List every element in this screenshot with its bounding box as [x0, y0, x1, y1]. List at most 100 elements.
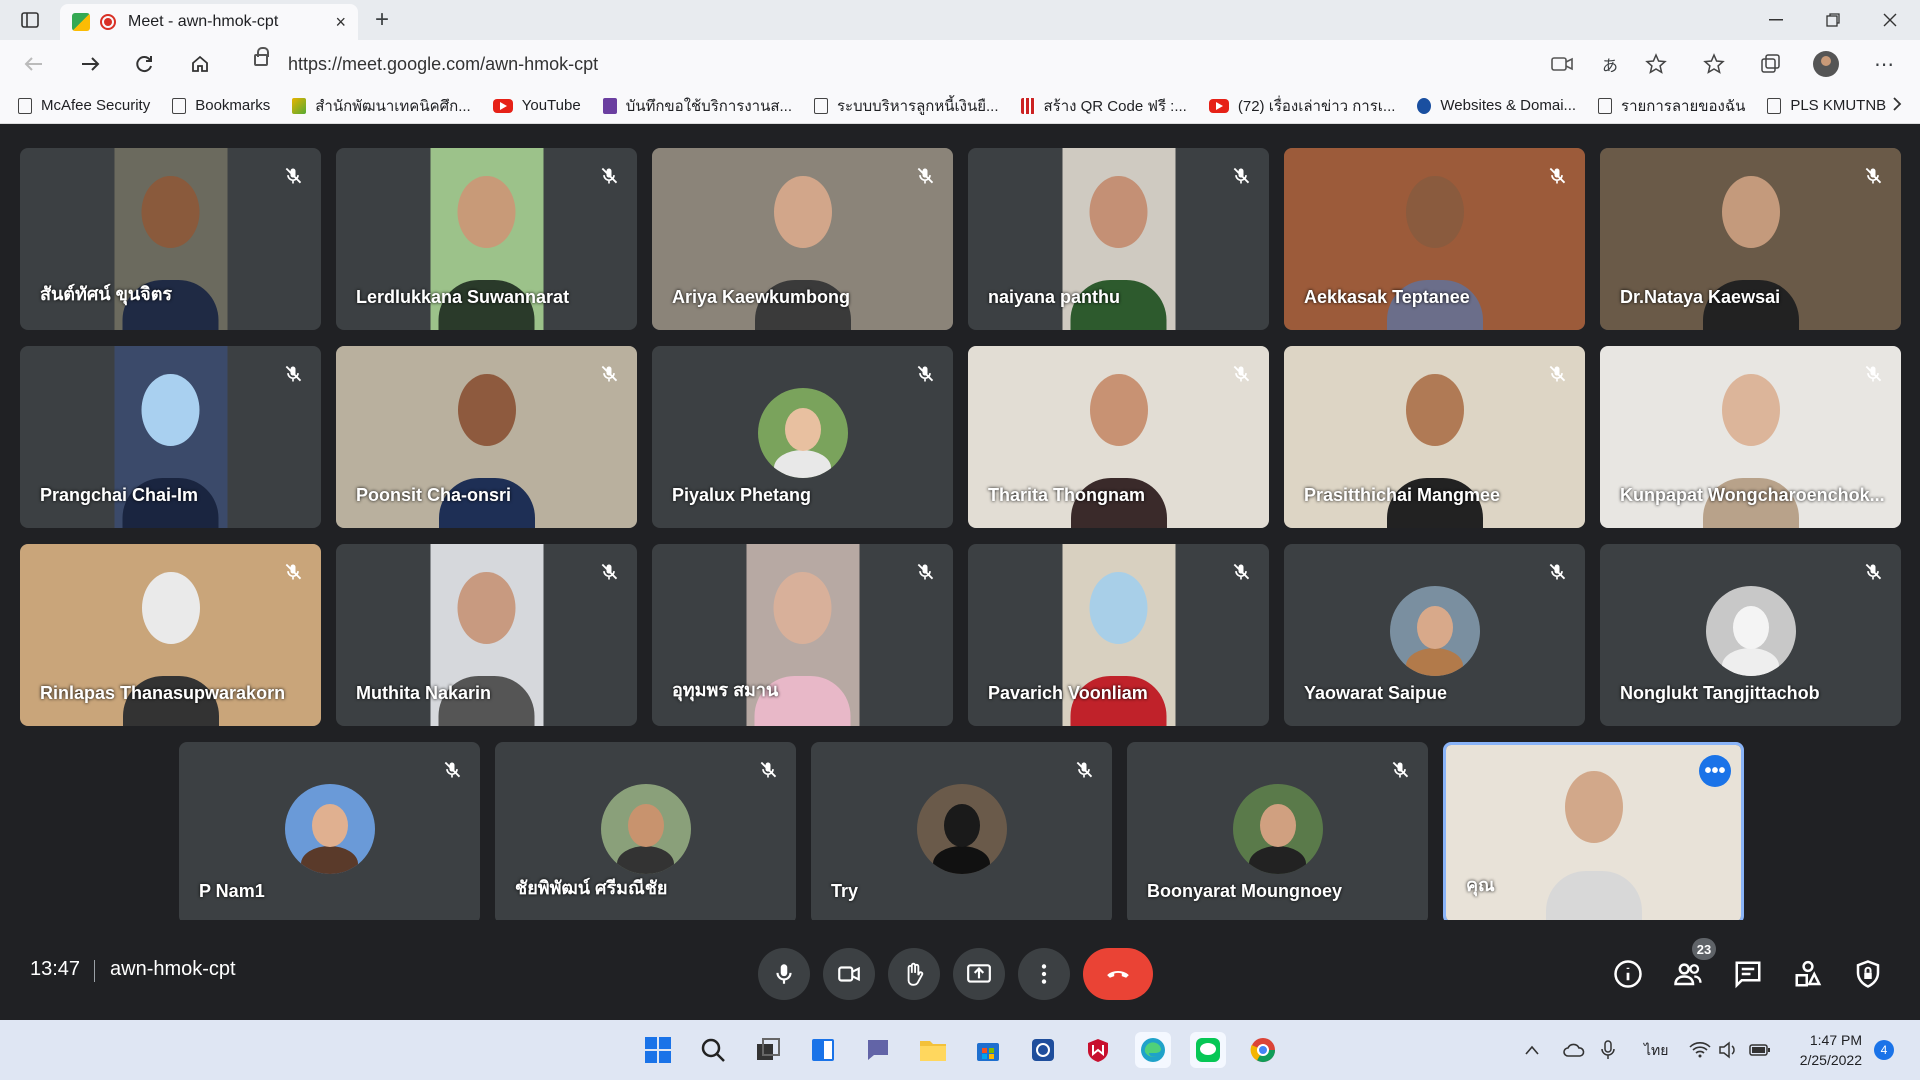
tab-close-button[interactable]: ×	[335, 12, 346, 33]
participant-tile[interactable]: Lerdlukkana Suwannarat	[336, 148, 637, 330]
microphone-button[interactable]	[758, 948, 810, 1000]
camera-in-use-icon[interactable]	[1544, 46, 1580, 82]
url-field[interactable]: https://meet.google.com/awn-hmok-cpt	[240, 46, 1680, 82]
self-tile[interactable]: ••• คุณ	[1443, 742, 1744, 924]
meeting-code[interactable]: awn-hmok-cpt	[110, 958, 236, 981]
browser-tab-bar: Meet - awn-hmok-cpt × +	[0, 0, 1920, 40]
participant-tile[interactable]: naiyana panthu	[968, 148, 1269, 330]
bookmark-item[interactable]: Websites & Domai...	[1417, 97, 1576, 114]
participant-tile[interactable]: Kunpapat Wongcharoenchok...	[1600, 346, 1901, 528]
input-language[interactable]: ไทย	[1644, 1040, 1668, 1062]
app-button[interactable]	[1025, 1032, 1061, 1068]
sidebar-toggle-icon[interactable]	[12, 2, 48, 38]
participant-tile[interactable]: Nonglukt Tangjittachob	[1600, 544, 1901, 726]
host-controls-button[interactable]	[1850, 956, 1886, 992]
participant-tile[interactable]: Pavarich Voonliam	[968, 544, 1269, 726]
mic-off-icon	[1386, 756, 1414, 784]
chrome-button[interactable]	[1245, 1032, 1281, 1068]
teams-chat-button[interactable]	[860, 1032, 896, 1068]
avatar	[1389, 586, 1480, 677]
bookmark-item[interactable]: สร้าง QR Code ฟรี :...	[1020, 94, 1187, 118]
leave-call-button[interactable]	[1083, 948, 1153, 1000]
more-options-icon[interactable]: •••	[1699, 755, 1731, 787]
bookmark-item[interactable]: McAfee Security	[18, 97, 150, 114]
participant-tile[interactable]: Poonsit Cha-onsri	[336, 346, 637, 528]
bookmark-item[interactable]: สำนักพัฒนาเทคนิคศึก...	[292, 94, 471, 118]
participant-tile[interactable]: Boonyarat Moungnoey	[1127, 742, 1428, 924]
bookmark-item[interactable]: Bookmarks	[172, 97, 270, 114]
collections-icon[interactable]	[1752, 46, 1788, 82]
page-icon	[172, 97, 187, 114]
avatar	[757, 388, 848, 479]
mic-tray-button[interactable]	[1590, 1032, 1626, 1068]
bookmark-item[interactable]: รายการลายของฉัน	[1598, 94, 1745, 118]
file-explorer-button[interactable]	[915, 1032, 951, 1068]
participant-tile[interactable]: Tharita Thongnam	[968, 346, 1269, 528]
more-options-button[interactable]	[1018, 948, 1070, 1000]
bookmark-item[interactable]: PLS KMUTNB	[1767, 97, 1886, 114]
chat-button[interactable]	[1730, 956, 1766, 992]
more-menu-icon[interactable]: ⋯	[1866, 46, 1902, 82]
task-view-button[interactable]	[750, 1032, 786, 1068]
store-button[interactable]	[970, 1032, 1006, 1068]
widgets-button[interactable]	[805, 1032, 841, 1068]
page-icon	[18, 97, 32, 114]
add-favorite-icon[interactable]	[1638, 46, 1674, 82]
notification-badge[interactable]: 4	[1874, 1040, 1894, 1060]
browser-tab-meet[interactable]: Meet - awn-hmok-cpt ×	[60, 4, 358, 40]
system-clock[interactable]: 1:47 PM 2/25/2022	[1790, 1030, 1862, 1070]
restore-button[interactable]	[1815, 2, 1851, 38]
participant-tile[interactable]: สันต์ทัศน์ ขุนจิตร	[20, 148, 321, 330]
line-button[interactable]	[1190, 1032, 1226, 1068]
participant-tile[interactable]: Dr.Nataya Kaewsai	[1600, 148, 1901, 330]
search-button[interactable]	[695, 1032, 731, 1068]
participant-tile[interactable]: Aekkasak Teptanee	[1284, 148, 1585, 330]
back-icon[interactable]	[16, 46, 52, 82]
bookmark-item[interactable]: (72) เรื่องเล่าข่าว การเ...	[1208, 94, 1395, 118]
minimize-button[interactable]	[1758, 2, 1794, 38]
participant-tile[interactable]: Ariya Kaewkumbong	[652, 148, 953, 330]
mic-off-icon	[1543, 162, 1571, 190]
meeting-details-button[interactable]	[1610, 956, 1646, 992]
participant-tile[interactable]: P Nam1	[179, 742, 480, 924]
camera-button[interactable]	[823, 948, 875, 1000]
site-icon	[1020, 97, 1035, 114]
close-window-button[interactable]	[1872, 2, 1908, 38]
reload-icon[interactable]	[126, 46, 162, 82]
participant-tile[interactable]: อุทุมพร สมาน	[652, 544, 953, 726]
mic-off-icon	[279, 360, 307, 388]
line-icon	[1196, 1038, 1220, 1062]
new-tab-button[interactable]: +	[364, 2, 400, 38]
translate-icon[interactable]: あ	[1592, 46, 1628, 82]
onedrive-button[interactable]	[1556, 1032, 1592, 1068]
activities-button[interactable]	[1790, 956, 1826, 992]
participant-tile[interactable]: Prangchai Chai-Im	[20, 346, 321, 528]
home-icon[interactable]	[182, 46, 218, 82]
bookmarks-overflow-chevron-icon[interactable]	[1892, 96, 1902, 116]
person-face	[457, 175, 516, 248]
mcafee-button[interactable]	[1080, 1032, 1116, 1068]
show-hidden-icons-button[interactable]	[1522, 1032, 1542, 1068]
participant-tile[interactable]: Piyalux Phetang	[652, 346, 953, 528]
profile-avatar[interactable]	[1808, 46, 1844, 82]
participant-tile[interactable]: Prasitthichai Mangmee	[1284, 346, 1585, 528]
raise-hand-button[interactable]	[888, 948, 940, 1000]
favorites-icon[interactable]	[1696, 46, 1732, 82]
volume-button[interactable]	[1710, 1032, 1746, 1068]
participant-tile[interactable]: ชัยพิพัฒน์ ศรีมณีชัย	[495, 742, 796, 924]
present-screen-button[interactable]	[953, 948, 1005, 1000]
battery-button[interactable]	[1742, 1032, 1778, 1068]
edge-button[interactable]	[1135, 1032, 1171, 1068]
participant-count-badge: 23	[1692, 938, 1716, 960]
bookmark-item[interactable]: บันทึกขอใช้บริการงานส...	[602, 94, 792, 118]
participant-tile[interactable]: Yaowarat Saipue	[1284, 544, 1585, 726]
participant-tile[interactable]: Muthita Nakarin	[336, 544, 637, 726]
bookmark-item[interactable]: YouTube	[492, 97, 581, 114]
participant-tile[interactable]: Try	[811, 742, 1112, 924]
forward-icon[interactable]	[72, 46, 108, 82]
bookmark-item[interactable]: ระบบบริหารลูกหนี้เงินยื...	[814, 94, 999, 118]
people-button[interactable]	[1670, 956, 1706, 992]
clock-date: 2/25/2022	[1799, 1052, 1862, 1068]
start-button[interactable]	[640, 1032, 676, 1068]
participant-tile[interactable]: Rinlapas Thanasupwarakorn	[20, 544, 321, 726]
